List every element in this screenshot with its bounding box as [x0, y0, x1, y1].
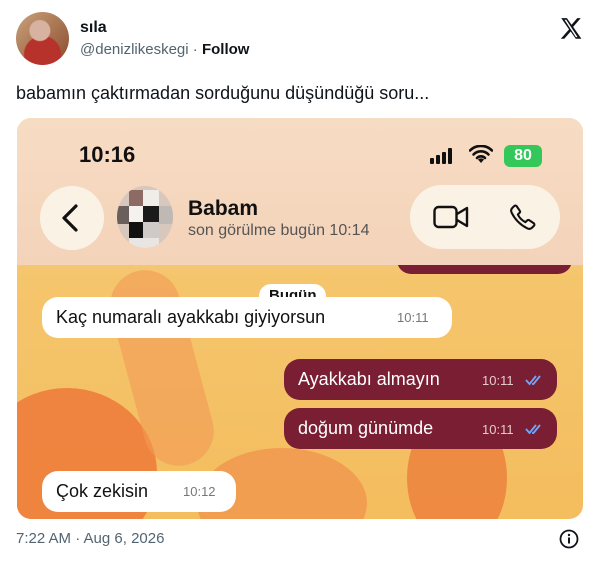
- message-text: doğum günümde: [298, 418, 434, 438]
- message-time: 10:11: [482, 422, 514, 437]
- contact-last-seen: son görülme bugün 10:14: [188, 222, 370, 239]
- author-handle-line: @denizlikeskegi · Follow: [80, 41, 249, 58]
- author-name[interactable]: sıla: [80, 19, 107, 37]
- video-call-icon[interactable]: [433, 204, 469, 230]
- message-bubble-incoming[interactable]: Çok zekisin 10:12: [42, 471, 236, 512]
- message-time: 10:11: [482, 373, 514, 388]
- handle-separator: ·: [188, 41, 202, 58]
- call-actions: [410, 185, 560, 249]
- contact-avatar[interactable]: [117, 186, 173, 248]
- read-ticks-icon: [525, 424, 541, 435]
- tweet-timestamp[interactable]: 7:22 AM · Aug 6, 2026: [16, 530, 164, 547]
- battery-indicator: 80: [504, 145, 542, 167]
- phone-call-icon[interactable]: [509, 203, 537, 231]
- message-text: Kaç numaralı ayakkabı giyiyorsun: [56, 307, 326, 327]
- message-text: Çok zekisin: [56, 481, 149, 501]
- message-bubble-outgoing[interactable]: doğum günümde 10:11: [284, 408, 557, 449]
- follow-button[interactable]: Follow: [202, 41, 250, 58]
- author-avatar[interactable]: [16, 12, 69, 65]
- read-ticks-icon: [525, 375, 541, 386]
- message-time: 10:11: [397, 310, 429, 325]
- back-chevron-icon: [62, 204, 78, 232]
- tweet-header: sıla @denizlikeskegi · Follow: [16, 12, 584, 68]
- message-text: Ayakkabı almayın: [298, 369, 440, 389]
- message-time: 10:12: [183, 484, 216, 499]
- tweet-text: babamın çaktırmadan sorduğunu düşündüğü …: [16, 83, 430, 103]
- x-logo-icon[interactable]: [558, 16, 584, 42]
- wifi-icon: [469, 145, 493, 163]
- back-button[interactable]: [40, 186, 104, 250]
- status-bar-time: 10:16: [79, 142, 136, 167]
- author-handle[interactable]: @denizlikeskegi: [80, 41, 189, 58]
- tweet-media-screenshot[interactable]: 10:16 80 Babam son görülme bugün 10:14 B…: [17, 118, 583, 519]
- signal-icon: [430, 148, 458, 164]
- info-icon[interactable]: [559, 529, 579, 549]
- message-bubble-incoming[interactable]: Kaç numaralı ayakkabı giyiyorsun 10:11: [42, 297, 452, 338]
- contact-name[interactable]: Babam: [188, 197, 258, 221]
- message-bubble-outgoing[interactable]: Ayakkabı almayın 10:11: [284, 359, 557, 400]
